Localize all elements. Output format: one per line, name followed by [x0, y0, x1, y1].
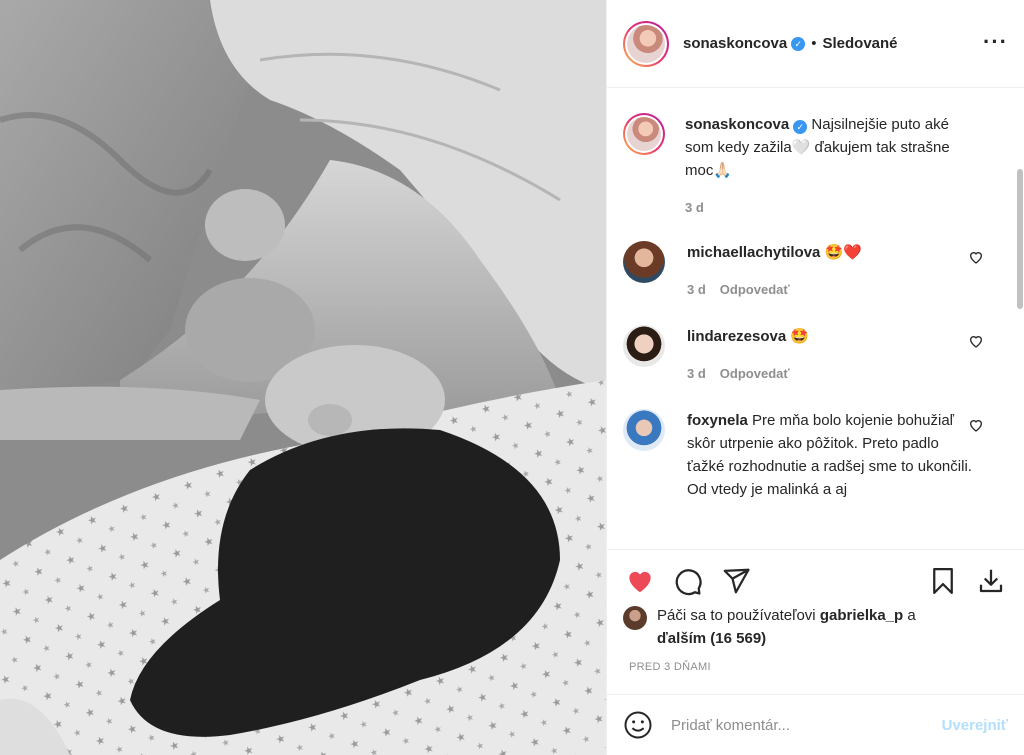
more-icon[interactable]: ···: [983, 31, 1008, 53]
like-comment-heart-icon[interactable]: [968, 417, 984, 433]
following-button[interactable]: Sledované: [822, 35, 897, 52]
comment-input[interactable]: Pridať komentár...: [671, 717, 942, 734]
likes-summary: Páči sa to používateľovi gabrielka_p a ď…: [623, 604, 1008, 650]
like-comment-heart-icon[interactable]: [968, 249, 984, 265]
post-photo[interactable]: ★ ★: [0, 0, 606, 755]
commenter-avatar[interactable]: [623, 325, 665, 367]
comments-list[interactable]: sonaskoncova ✓ Najsilnejšie puto aké som …: [607, 89, 1024, 549]
post-image: ★ ★: [0, 0, 606, 755]
comment-row: michaellachytilova 🤩❤️ 3 d Odpovedať: [623, 241, 1008, 301]
caption-time[interactable]: 3 d: [685, 200, 704, 215]
like-comment-heart-icon[interactable]: [968, 333, 984, 349]
comment-text: 🤩: [790, 328, 810, 345]
comment-username[interactable]: michaellachytilova: [687, 244, 820, 261]
verified-icon: ✓: [793, 120, 808, 134]
reply-button[interactable]: Odpovedať: [720, 282, 790, 297]
comment-time[interactable]: 3 d: [687, 366, 706, 381]
comment-username[interactable]: lindarezesova: [687, 328, 786, 345]
comment-icon[interactable]: [671, 564, 705, 598]
verified-icon: ✓: [791, 36, 806, 51]
likes-prefix: Páči sa to používateľovi: [657, 607, 816, 624]
heart-icon[interactable]: [623, 564, 657, 598]
author-avatar[interactable]: [623, 20, 669, 67]
add-comment-bar: Pridať komentár... Uverejniť: [607, 694, 1024, 755]
comments-scrollbar[interactable]: [1016, 89, 1024, 549]
comment-text: 🤩❤️: [824, 244, 862, 261]
post-header: sonaskoncova ✓ • Sledované ···: [607, 0, 1024, 88]
comment-time[interactable]: 3 d: [687, 282, 706, 297]
caption: sonaskoncova ✓ Najsilnejšie puto aké som …: [623, 89, 1008, 219]
comment-row: lindarezesova 🤩 3 d Odpovedať: [623, 325, 1008, 385]
header-separator: •: [811, 35, 817, 52]
share-icon[interactable]: [719, 564, 753, 598]
caption-username[interactable]: sonaskoncova: [685, 116, 789, 133]
action-bar: [607, 549, 1024, 611]
likes-joiner: a: [907, 607, 916, 624]
liker-username[interactable]: gabrielka_p: [820, 607, 903, 624]
post-date[interactable]: PRED 3 DŇAMI: [629, 661, 711, 673]
comment-row: foxynela Pre mňa bolo kojenie bohužiaľ s…: [623, 409, 1008, 501]
comment-username[interactable]: foxynela: [687, 412, 748, 429]
post-panel: sonaskoncova ✓ • Sledované ··· sonaskonc…: [606, 0, 1024, 755]
reply-button[interactable]: Odpovedať: [720, 366, 790, 381]
smile-icon[interactable]: [623, 710, 653, 740]
commenter-avatar[interactable]: [623, 241, 665, 283]
likes-others[interactable]: ďalším (16 569): [657, 630, 766, 647]
download-icon[interactable]: [974, 564, 1008, 598]
commenter-avatar[interactable]: [623, 409, 665, 451]
caption-avatar[interactable]: [623, 113, 665, 155]
liker-avatar[interactable]: [623, 606, 647, 630]
author-username[interactable]: sonaskoncova: [683, 35, 787, 52]
post-comment-button[interactable]: Uverejniť: [942, 717, 1008, 734]
bookmark-icon[interactable]: [926, 564, 960, 598]
